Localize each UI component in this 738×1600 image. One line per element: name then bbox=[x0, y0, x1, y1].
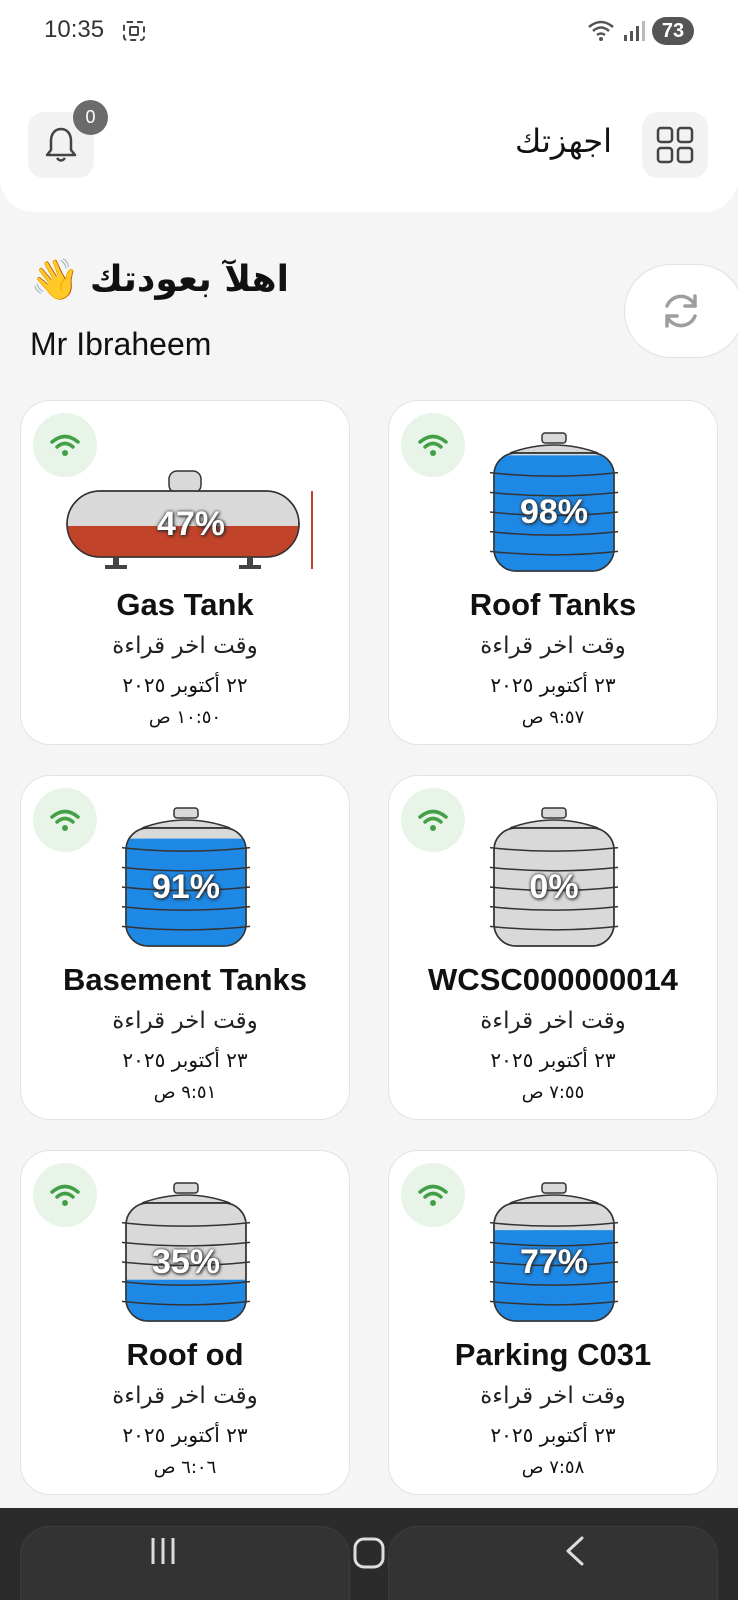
wifi-icon bbox=[418, 434, 448, 456]
wifi-icon bbox=[418, 1184, 448, 1206]
last-reading-label: وقت اخر قراءة bbox=[112, 1383, 258, 1409]
last-reading-label: وقت اخر قراءة bbox=[480, 633, 626, 659]
last-reading-time: ٧:٥٥ ص bbox=[521, 1082, 585, 1103]
level-percent: 35% bbox=[151, 1243, 221, 1281]
recent-apps-icon[interactable] bbox=[148, 1536, 178, 1566]
level-percent: 47% bbox=[156, 505, 226, 543]
connection-status bbox=[33, 788, 97, 852]
back-icon[interactable] bbox=[562, 1536, 588, 1566]
last-reading-time: ١٠:٥٠ ص bbox=[148, 707, 222, 728]
device-card[interactable]: 91% Basement Tanks وقت اخر قراءة ٢٣ أكتوبر … bbox=[20, 775, 350, 1120]
wifi-icon bbox=[50, 434, 80, 456]
wifi-status-icon bbox=[588, 20, 614, 41]
level-percent: 91% bbox=[151, 868, 221, 906]
wifi-icon bbox=[50, 809, 80, 831]
device-card[interactable]: 35% Roof od وقت اخر قراءة ٢٣ أكتوبر ٢٠٢٥ ٦:٠… bbox=[20, 1150, 350, 1495]
tank-level-graphic: 98% bbox=[476, 431, 632, 579]
last-reading-label: وقت اخر قراءة bbox=[112, 1008, 258, 1034]
device-name: Basement Tanks bbox=[62, 962, 308, 997]
device-card[interactable]: 98% Roof Tanks وقت اخر قراءة ٢٣ أكتوبر ٢٠٢٥… bbox=[388, 400, 718, 745]
wifi-icon bbox=[418, 809, 448, 831]
tank-level-graphic: 35% bbox=[108, 1181, 264, 1329]
connection-status bbox=[33, 1163, 97, 1227]
device-name: Roof od bbox=[126, 1337, 244, 1372]
welcome-text: اهلآ بعودتك bbox=[89, 259, 289, 300]
last-reading-date: ٢٢ أكتوبر ٢٠٢٥ bbox=[122, 673, 248, 697]
connection-status bbox=[401, 788, 465, 852]
next-card-peek bbox=[20, 1526, 350, 1600]
status-time: 10:35 bbox=[44, 16, 105, 43]
welcome-heading: اهلآ بعودتك 👋 bbox=[30, 256, 289, 303]
last-reading-date: ٢٣ أكتوبر ٢٠٢٥ bbox=[490, 673, 616, 697]
tank-level-graphic: 77% bbox=[476, 1181, 632, 1329]
last-reading-time: ٧:٥٨ ص bbox=[521, 1457, 585, 1478]
refresh-button[interactable] bbox=[624, 264, 738, 358]
battery-indicator: 73 bbox=[652, 17, 694, 45]
status-bar: 10:35 73 bbox=[0, 0, 738, 62]
tank-level-graphic: 0% bbox=[476, 806, 632, 954]
next-card-peek bbox=[388, 1526, 718, 1600]
last-reading-date: ٢٣ أكتوبر ٢٠٢٥ bbox=[490, 1423, 616, 1447]
last-reading-date: ٢٣ أكتوبر ٢٠٢٥ bbox=[122, 1423, 248, 1447]
device-name: Roof Tanks bbox=[469, 587, 637, 622]
device-name: Gas Tank bbox=[116, 587, 254, 622]
grid-menu-button[interactable] bbox=[642, 112, 708, 178]
last-reading-label: وقت اخر قراءة bbox=[480, 1008, 626, 1034]
screenshot-icon bbox=[123, 21, 145, 41]
level-percent: 0% bbox=[529, 868, 579, 906]
connection-status bbox=[401, 413, 465, 477]
wifi-icon bbox=[50, 1184, 80, 1206]
last-reading-date: ٢٣ أكتوبر ٢٠٢٥ bbox=[490, 1048, 616, 1072]
device-card[interactable]: 0% WCSC000000014 وقت اخر قراءة ٢٣ أكتوبر ٢٠… bbox=[388, 775, 718, 1120]
device-name: WCSC000000014 bbox=[428, 962, 678, 997]
connection-status bbox=[401, 1163, 465, 1227]
bell-icon bbox=[45, 127, 77, 162]
home-icon[interactable] bbox=[352, 1536, 386, 1570]
notification-count-badge: 0 bbox=[73, 100, 108, 135]
refresh-icon bbox=[665, 294, 697, 328]
tank-level-graphic: 47% bbox=[61, 465, 321, 577]
grid-icon bbox=[656, 126, 694, 164]
page-title: اجهزتك bbox=[515, 122, 612, 160]
last-reading-label: وقت اخر قراءة bbox=[112, 633, 258, 659]
last-reading-label: وقت اخر قراءة bbox=[480, 1383, 626, 1409]
device-name: Parking C031 bbox=[454, 1337, 652, 1372]
system-nav-bar bbox=[0, 1508, 738, 1600]
last-reading-time: ٦:٠٦ ص bbox=[153, 1457, 217, 1478]
waving-hand-icon: 👋 bbox=[30, 257, 80, 303]
last-reading-time: ٩:٥١ ص bbox=[153, 1082, 217, 1103]
cell-signal-icon bbox=[624, 21, 645, 41]
last-reading-date: ٢٣ أكتوبر ٢٠٢٥ bbox=[122, 1048, 248, 1072]
app-header: 0 اجهزتك bbox=[0, 62, 738, 212]
device-card[interactable]: 77% Parking C031 وقت اخر قراءة ٢٣ أكتوبر ٢٠… bbox=[388, 1150, 718, 1495]
level-percent: 98% bbox=[519, 493, 589, 531]
tank-level-graphic: 91% bbox=[108, 806, 264, 954]
status-indicators: 73 bbox=[586, 16, 694, 46]
device-card[interactable]: 47% Gas Tank وقت اخر قراءة ٢٢ أكتوبر ٢٠٢٥ ١٠… bbox=[20, 400, 350, 745]
level-percent: 77% bbox=[519, 1243, 589, 1281]
user-name: Mr Ibraheem bbox=[30, 326, 212, 362]
last-reading-time: ٩:٥٧ ص bbox=[521, 707, 585, 728]
